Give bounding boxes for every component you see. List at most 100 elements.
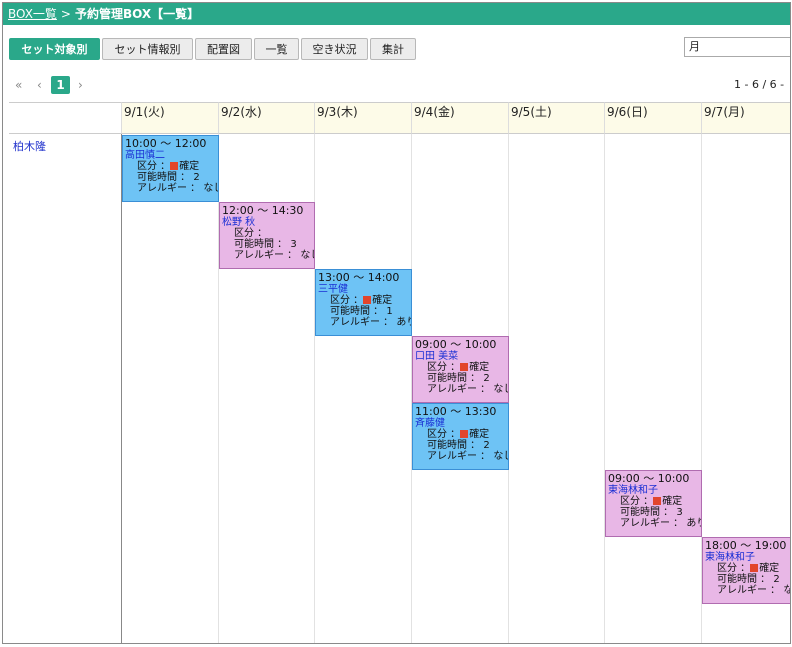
- allergy-value: なし: [493, 451, 508, 462]
- pager-next-icon[interactable]: ›: [78, 76, 83, 94]
- tab-list[interactable]: 一覧: [254, 38, 299, 60]
- reservation-event[interactable]: 09:00 ～ 10:00 東海林和子 区分 ： 確定 可能時間 ： 3 アレルギ…: [605, 470, 702, 537]
- event-allergy: アレルギー ： なし: [415, 384, 508, 395]
- kanou-value: 3: [676, 507, 683, 518]
- tab-summary[interactable]: 集計: [370, 38, 416, 60]
- event-kubun: 区分 ： 確定: [415, 429, 507, 440]
- allergy-label: アレルギー ：: [234, 250, 298, 261]
- day-column: [315, 134, 412, 643]
- event-kanou: 可能時間 ： 2: [415, 373, 507, 384]
- kubun-label: 区分 ：: [427, 362, 461, 373]
- kubun-label: 区分 ：: [234, 228, 268, 239]
- tab-by-set-target[interactable]: セット対象別: [9, 38, 100, 60]
- reservation-event[interactable]: 18:00 ～ 19:00 東海林和子 区分 ： 確定 可能時間 ： 2 アレルギ…: [702, 537, 790, 604]
- allergy-value: なし: [493, 384, 508, 395]
- event-kanou: 可能時間 ： 3: [222, 239, 313, 250]
- day-column: [122, 134, 219, 643]
- kanou-value: 3: [290, 239, 297, 250]
- day-header: 9/7(月): [702, 102, 790, 134]
- kanou-label: 可能時間 ：: [427, 373, 481, 384]
- kubun-label: 区分 ：: [620, 496, 654, 507]
- event-time: 11:00 ～ 13:30: [415, 405, 497, 418]
- reservation-event[interactable]: 13:00 ～ 14:00 三平健 区分 ： 確定 可能時間 ： 1 アレルギー …: [315, 269, 412, 336]
- pager-prev-icon[interactable]: ‹: [37, 76, 42, 94]
- event-kanou: 可能時間 ： 2: [125, 172, 217, 183]
- tab-layout-map[interactable]: 配置図: [195, 38, 252, 60]
- person-name[interactable]: 柏木隆: [13, 138, 46, 154]
- event-time: 13:00 ～ 14:00: [318, 271, 400, 284]
- kanou-label: 可能時間 ：: [427, 440, 481, 451]
- kanou-label: 可能時間 ：: [137, 172, 191, 183]
- kanou-value: 1: [386, 306, 393, 317]
- event-customer[interactable]: 口田 美菜: [415, 351, 507, 362]
- allergy-label: アレルギー ：: [137, 183, 201, 194]
- event-customer[interactable]: 高田慎二: [125, 150, 217, 161]
- kubun-label: 区分 ：: [330, 295, 364, 306]
- event-allergy: アレルギー ： なし: [125, 183, 218, 194]
- kubun-label: 区分 ：: [427, 429, 461, 440]
- pager-first-icon[interactable]: «: [15, 76, 22, 94]
- day-header: 9/4(金): [412, 102, 509, 134]
- event-allergy: アレルギー ： なし: [415, 451, 508, 462]
- kanou-label: 可能時間 ：: [620, 507, 674, 518]
- page-title: 予約管理BOX【一覧】: [74, 7, 200, 21]
- allergy-label: アレルギー ：: [620, 518, 684, 529]
- reservation-event[interactable]: 12:00 ～ 14:30 松野 秋 区分 ： 可能時間 ： 3 アレルギー ：…: [219, 202, 315, 269]
- event-kubun: 区分 ：: [222, 228, 313, 239]
- event-time: 18:00 ～ 19:00: [705, 539, 787, 552]
- event-kanou: 可能時間 ： 1: [318, 306, 410, 317]
- event-customer[interactable]: 東海林和子: [608, 485, 700, 496]
- kubun-value: 確定: [469, 362, 490, 373]
- pager-info: 1 - 6 / 6 -: [734, 78, 785, 91]
- kanou-value: 2: [193, 172, 200, 183]
- kubun-value: 確定: [179, 161, 200, 172]
- event-kubun: 区分 ： 確定: [415, 362, 507, 373]
- status-square-icon: [460, 430, 469, 438]
- event-allergy: アレルギー ： あり: [608, 518, 701, 529]
- event-time: 09:00 ～ 10:00: [608, 472, 690, 485]
- event-customer[interactable]: 三平健: [318, 284, 410, 295]
- event-customer[interactable]: 松野 秋: [222, 217, 313, 228]
- kanou-label: 可能時間 ：: [330, 306, 384, 317]
- day-header: 9/1(火): [122, 102, 219, 134]
- reservation-event[interactable]: 10:00 ～ 12:00 高田慎二 区分 ： 確定 可能時間 ： 2 アレルギー…: [122, 135, 219, 202]
- day-column: [605, 134, 702, 643]
- day-header: 9/6(日): [605, 102, 702, 134]
- breadcrumb-link-box-list[interactable]: BOX一覧: [8, 7, 57, 21]
- allergy-label: アレルギー ：: [427, 384, 491, 395]
- event-customer[interactable]: 東海林和子: [705, 552, 790, 563]
- event-kanou: 可能時間 ： 3: [608, 507, 700, 518]
- period-select[interactable]: 月: [684, 37, 790, 57]
- event-kubun: 区分 ： 確定: [125, 161, 217, 172]
- status-square-icon: [653, 497, 662, 505]
- kanou-value: 2: [773, 574, 780, 585]
- reservation-event[interactable]: 11:00 ～ 13:30 斉藤健 区分 ： 確定 可能時間 ： 2 アレルギー …: [412, 403, 509, 470]
- kanou-value: 2: [483, 373, 490, 384]
- event-allergy: アレルギー ： なし: [705, 585, 790, 596]
- status-square-icon: [460, 363, 469, 371]
- allergy-value: なし: [783, 585, 790, 596]
- name-column: [9, 134, 122, 643]
- kanou-label: 可能時間 ：: [234, 239, 288, 250]
- day-header: 9/3(木): [315, 102, 412, 134]
- event-kanou: 可能時間 ： 2: [415, 440, 507, 451]
- event-kanou: 可能時間 ： 2: [705, 574, 790, 585]
- day-header: 9/2(水): [219, 102, 315, 134]
- breadcrumb: BOX一覧 > 予約管理BOX【一覧】: [3, 3, 790, 25]
- kanou-value: 2: [483, 440, 490, 451]
- tab-by-set-info[interactable]: セット情報別: [102, 38, 193, 60]
- pager-page-1[interactable]: 1: [51, 76, 70, 94]
- app-frame: BOX一覧 > 予約管理BOX【一覧】 セット対象別 セット情報別 配置図 一覧 空…: [2, 2, 791, 644]
- day-column: [509, 134, 605, 643]
- event-allergy: アレルギー ： なし: [222, 250, 314, 261]
- kubun-value: 確定: [759, 563, 780, 574]
- tab-availability[interactable]: 空き状況: [301, 38, 368, 60]
- event-kubun: 区分 ： 確定: [608, 496, 700, 507]
- reservation-event[interactable]: 09:00 ～ 10:00 口田 美菜 区分 ： 確定 可能時間 ： 2 アレルギ…: [412, 336, 509, 403]
- kubun-value: 確定: [662, 496, 683, 507]
- event-customer[interactable]: 斉藤健: [415, 418, 507, 429]
- kubun-label: 区分 ：: [717, 563, 751, 574]
- event-time: 12:00 ～ 14:30: [222, 204, 304, 217]
- event-kubun: 区分 ： 確定: [318, 295, 410, 306]
- allergy-value: なし: [203, 183, 218, 194]
